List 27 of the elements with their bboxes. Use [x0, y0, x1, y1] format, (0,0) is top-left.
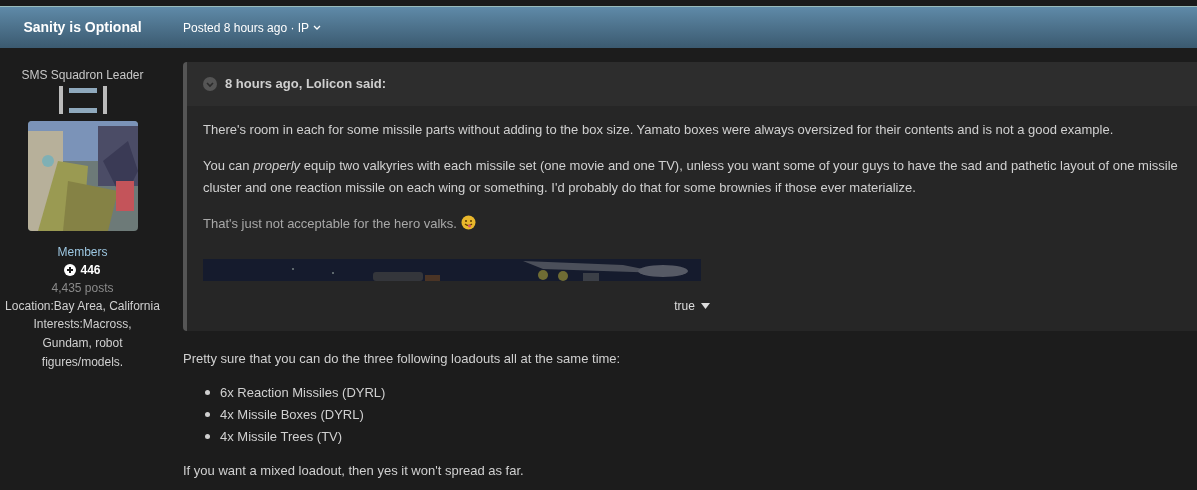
list-item-text: 6x Reaction Missiles (DYRL) — [220, 383, 386, 402]
reputation-count: 446 — [64, 261, 101, 279]
post-text: Pretty sure that you can do the three following loadouts all at the same time: — [183, 350, 622, 368]
post-count: 4,435 posts — [51, 280, 114, 297]
bullet-icon — [205, 434, 210, 439]
rank-title: SMS Squadron Leader — [21, 67, 144, 84]
rank-insignia-icon — [56, 85, 109, 115]
caret-down-icon — [700, 303, 710, 309]
post-text: If you want a mixed loadout, then yes it won't spread as far. — [183, 461, 525, 480]
location-text: Location:Bay Area, California — [5, 298, 160, 315]
quote-citation[interactable]: 8 hours ago, Lolicon said: — [225, 74, 387, 94]
member-group: Members — [57, 243, 108, 261]
quote-paragraph: You can properly equip two valkyries with each missile set (one movie and one TV), unless you want some of your guys to have the sad and pathetic layout of one missile cluster and one reaction missile on each wing or something. I'd probably do that for some brownies if those ever materialize. — [203, 157, 1179, 197]
tongue-smiley-icon — [460, 215, 476, 230]
bullet-icon — [205, 390, 210, 395]
post-meta[interactable]: Posted 8 hours ago · IP — [183, 18, 322, 37]
chevron-down-icon — [313, 24, 322, 31]
author-name[interactable]: Sanity is Optional — [0, 17, 165, 38]
list-item-text: 4x Missile Trees (TV) — [220, 427, 343, 446]
quote-paragraph: That's just not acceptable for the hero valks. — [203, 215, 457, 233]
list-item-text: 4x Missile Boxes (DYRL) — [220, 405, 364, 424]
expand-toggle[interactable]: true — [674, 295, 710, 317]
plus-circle-icon — [64, 264, 77, 276]
collapse-icon[interactable] — [203, 77, 217, 91]
bullet-icon — [205, 412, 210, 417]
interests-text: Interests:Macross, Gundam, robot figures/models. — [32, 316, 133, 371]
quote-paragraph: There's room in each for some missile parts without adding to the box size. Yamato boxes were always oversized for their contents and is not a good example. — [203, 121, 1115, 139]
